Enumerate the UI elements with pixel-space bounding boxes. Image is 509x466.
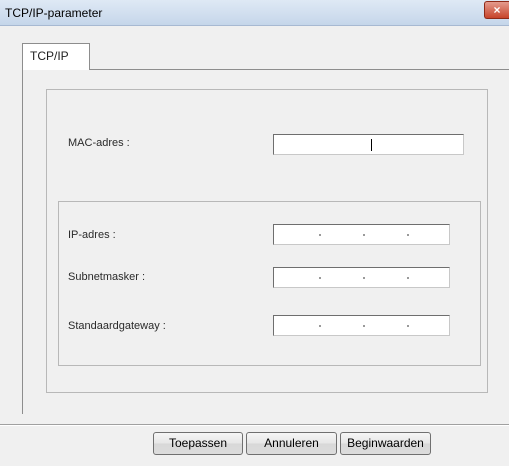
subnet-mask-input[interactable] [273,267,450,288]
ip-address-input[interactable] [273,224,450,245]
close-icon: × [493,3,501,17]
default-gateway-input[interactable] [273,315,450,336]
close-button[interactable]: × [484,1,509,19]
cancel-button[interactable]: Annuleren [246,432,337,455]
footer-divider-highlight [0,425,509,426]
subnet-mask-label: Subnetmasker : [68,271,146,283]
apply-button[interactable]: Toepassen [153,432,243,455]
title-bar: TCP/IP-parameter × [0,0,509,26]
window-title: TCP/IP-parameter [5,6,103,20]
ip-octet-separator [319,277,321,279]
defaults-button[interactable]: Beginwaarden [340,432,431,455]
ip-octet-separator [363,277,365,279]
ip-octet-separator [363,325,365,327]
default-gateway-label: Standaardgateway : [68,320,166,332]
ip-octet-separator [319,325,321,327]
ip-octet-separator [407,277,409,279]
text-caret [371,139,372,151]
ip-address-label: IP-adres : [68,229,116,241]
mac-address-label: MAC-adres : [68,137,130,149]
ip-octet-separator [319,234,321,236]
ip-octet-separator [407,325,409,327]
mac-address-input[interactable] [273,134,464,155]
ip-octet-separator [407,234,409,236]
tab-tcpip[interactable]: TCP/IP [22,43,90,70]
ip-octet-separator [363,234,365,236]
tab-label: TCP/IP [30,49,69,63]
